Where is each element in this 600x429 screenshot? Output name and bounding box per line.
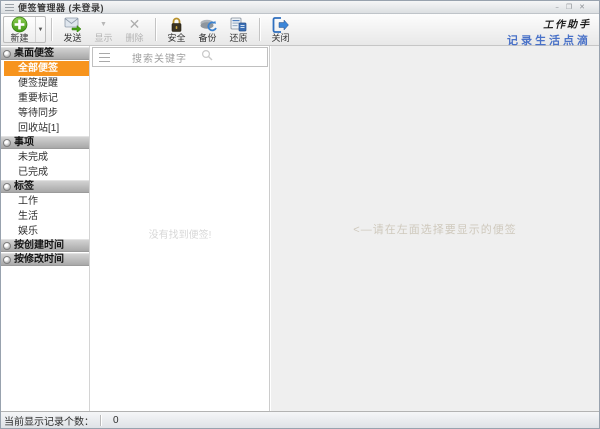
sidebar-group-label: 桌面便签 bbox=[14, 48, 54, 59]
detail-hint-text: <—请在左面选择要显示的便签 bbox=[353, 224, 517, 236]
toolbar-button-label: 安全 bbox=[167, 33, 186, 43]
sidebar-item-tag-work[interactable]: 工作 bbox=[1, 194, 89, 209]
toolbar-button-label: 新建 bbox=[10, 33, 29, 43]
sidebar-item-note-reminders[interactable]: 便签提醒 bbox=[1, 76, 89, 91]
toolbar: 新建 ▼ 发送 ▼ 显示 ✕ 删除 安全 备份 还原 关闭 工作助手 记录生活点… bbox=[1, 14, 599, 47]
new-icon bbox=[11, 16, 28, 33]
bullet-icon bbox=[3, 49, 11, 58]
restore-icon bbox=[230, 16, 247, 33]
search-input[interactable]: 搜索关键字 bbox=[132, 50, 187, 65]
toolbar-button-label: 发送 bbox=[63, 33, 82, 43]
send-button[interactable]: 发送 bbox=[57, 15, 88, 44]
bullet-icon bbox=[3, 182, 11, 191]
sidebar-group-by-modify-time[interactable]: 按修改时间 bbox=[1, 253, 89, 266]
sidebar-item-unfinished[interactable]: 未完成 bbox=[1, 150, 89, 165]
status-bar: 当前显示记录个数： 0 bbox=[1, 411, 599, 428]
send-icon bbox=[64, 16, 82, 33]
record-count-label: 当前显示记录个数： bbox=[4, 416, 94, 428]
new-split-button[interactable]: 新建 ▼ bbox=[3, 16, 46, 43]
close-button[interactable]: 关闭 bbox=[265, 15, 296, 44]
show-dropdown-icon: ▼ bbox=[100, 20, 107, 28]
main-area: 桌面便签 全部便签 便签提醒 重要标记 等待同步 回收站[1] 事项 未完成 已… bbox=[1, 46, 599, 411]
sidebar-item-completed[interactable]: 已完成 bbox=[1, 165, 89, 180]
record-count-value: 0 bbox=[113, 414, 119, 426]
new-button[interactable]: 新建 bbox=[4, 16, 35, 43]
sidebar-group-tags[interactable]: 标签 bbox=[1, 180, 89, 193]
toolbar-button-label: 还原 bbox=[229, 33, 248, 43]
sidebar-group-label: 事项 bbox=[14, 137, 34, 148]
note-detail-panel: <—请在左面选择要显示的便签 bbox=[271, 46, 599, 411]
app-window: 便签管理器 (未登录) – ❐ ✕ 新建 ▼ 发送 ▼ 显示 ✕ 删除 安全 备… bbox=[0, 0, 600, 429]
sidebar-group-desktop-notes[interactable]: 桌面便签 bbox=[1, 47, 89, 60]
restore-icon[interactable]: ❐ bbox=[566, 3, 572, 11]
toolbar-button-label: 显示 bbox=[94, 33, 113, 43]
sidebar-item-tag-life[interactable]: 生活 bbox=[1, 209, 89, 224]
backup-icon bbox=[199, 16, 217, 33]
sidebar-group-label: 标签 bbox=[14, 181, 34, 192]
toolbar-separator bbox=[259, 18, 260, 41]
empty-list-message: 没有找到便签! bbox=[148, 230, 212, 241]
sidebar-group-by-create-time[interactable]: 按创建时间 bbox=[1, 239, 89, 252]
lock-icon bbox=[169, 16, 184, 33]
search-icon bbox=[201, 48, 213, 66]
restore-button[interactable]: 还原 bbox=[223, 15, 254, 44]
app-icon bbox=[5, 3, 14, 11]
toolbar-button-label: 备份 bbox=[198, 33, 217, 43]
sidebar-group-label: 按修改时间 bbox=[14, 254, 64, 265]
sidebar-group-tasks[interactable]: 事项 bbox=[1, 136, 89, 149]
toolbar-separator bbox=[51, 18, 52, 41]
bullet-icon bbox=[3, 138, 11, 147]
sidebar-item-pending-sync[interactable]: 等待同步 bbox=[1, 106, 89, 121]
delete-icon: ✕ bbox=[128, 16, 141, 33]
security-button[interactable]: 安全 bbox=[161, 15, 192, 44]
backup-button[interactable]: 备份 bbox=[192, 15, 223, 44]
delete-button: ✕ 删除 bbox=[119, 15, 150, 44]
sidebar: 桌面便签 全部便签 便签提醒 重要标记 等待同步 回收站[1] 事项 未完成 已… bbox=[1, 46, 90, 411]
brand-block: 工作助手 记录生活点滴 bbox=[507, 15, 597, 47]
note-list-panel: 搜索关键字 没有找到便签! bbox=[91, 46, 270, 411]
bullet-icon bbox=[3, 241, 11, 250]
toolbar-button-label: 关闭 bbox=[271, 33, 290, 43]
sidebar-item-recycle-bin[interactable]: 回收站[1] bbox=[1, 121, 89, 136]
toolbar-button-label: 删除 bbox=[125, 33, 144, 43]
brand-title: 工作助手 bbox=[542, 19, 592, 32]
sidebar-group-label: 按创建时间 bbox=[14, 240, 64, 251]
toolbar-separator bbox=[155, 18, 156, 41]
list-menu-icon[interactable] bbox=[99, 52, 110, 62]
new-dropdown-arrow-icon[interactable]: ▼ bbox=[35, 17, 45, 42]
sidebar-item-tag-entertainment[interactable]: 娱乐 bbox=[1, 224, 89, 239]
search-bar[interactable]: 搜索关键字 bbox=[92, 47, 268, 67]
sidebar-item-important-marks[interactable]: 重要标记 bbox=[1, 91, 89, 106]
minimize-icon[interactable]: – bbox=[555, 3, 559, 11]
close-window-icon[interactable]: ✕ bbox=[579, 3, 585, 11]
window-title: 便签管理器 (未登录) bbox=[18, 2, 104, 13]
title-bar: 便签管理器 (未登录) – ❐ ✕ bbox=[1, 1, 599, 14]
sidebar-item-all-notes[interactable]: 全部便签 bbox=[4, 61, 89, 76]
bullet-icon bbox=[3, 255, 11, 264]
exit-icon bbox=[272, 16, 289, 33]
show-button: ▼ 显示 bbox=[88, 15, 119, 44]
